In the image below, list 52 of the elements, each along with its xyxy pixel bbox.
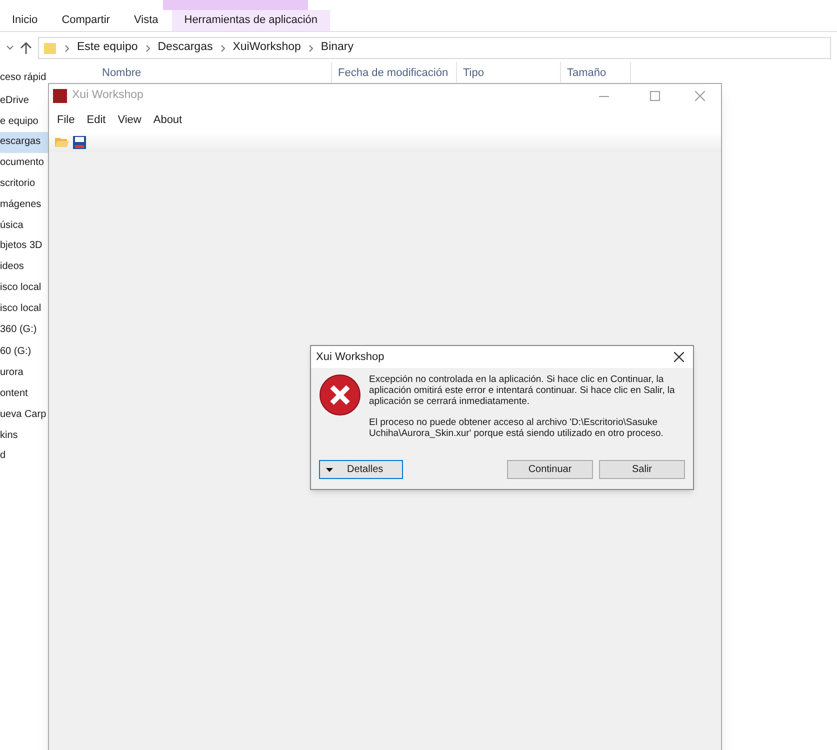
sidebar-item[interactable]: ontent	[0, 384, 48, 405]
sidebar-item[interactable]: escargas	[0, 132, 48, 154]
dialog-button[interactable]: Salir	[599, 460, 685, 479]
error-message: Excepción no controlada en la aplicación. Si hace clic en Continuar, la aplicación omitirá este error e intentará continuar. Si hace clic en Salir, la aplicación se cerrará inmediatamente.	[369, 374, 676, 407]
breadcrumb-item[interactable]: Este equipo	[77, 39, 138, 57]
chevron-icon	[308, 44, 313, 52]
address-bar[interactable]: Este equipo Descargas XuiWorkshop Binary	[38, 37, 831, 59]
dialog-button[interactable]: Continuar	[507, 460, 593, 479]
sidebar-item[interactable]: e equipo	[0, 112, 48, 132]
error-icon	[319, 374, 361, 416]
ribbon-tab[interactable]: Compartir	[54, 10, 117, 31]
caret-icon	[326, 468, 333, 472]
sidebar-item[interactable]: úsica	[0, 216, 48, 236]
sidebar-item[interactable]: isco local	[0, 278, 48, 299]
sidebar-item[interactable]: mágenes	[0, 194, 48, 216]
breadcrumb-item[interactable]: Descargas	[158, 39, 213, 57]
sidebar-item[interactable]: ideos	[0, 257, 48, 278]
sidebar-item[interactable]: d	[0, 446, 48, 468]
sidebar-item[interactable]: ocumento	[0, 153, 48, 174]
breadcrumb-item[interactable]: XuiWorkshop	[232, 39, 301, 57]
menu-item[interactable]: Edit	[80, 112, 112, 128]
details-button[interactable]: Detalles	[319, 460, 403, 479]
breadcrumb-item[interactable]: Binary	[320, 39, 354, 57]
chevron-down-icon[interactable]	[6, 45, 14, 51]
sidebar-item[interactable]: isco local	[0, 298, 48, 320]
chevron-icon	[65, 44, 69, 52]
sidebar-item[interactable]: ueva Carp	[0, 404, 48, 426]
error-detail: El proceso no puede obtener acceso al archivo 'D:\Escritorio\Sasuke Uchiha\Aurora_Skin.xur' porque está siendo utilizado en otro proceso.	[369, 417, 664, 439]
close-icon[interactable]	[674, 352, 684, 362]
sidebar-item[interactable]: scritorio	[0, 174, 48, 195]
sidebar-item[interactable]: 360 (G:)	[0, 320, 48, 340]
sidebar-item[interactable]: ceso rápid	[0, 68, 48, 89]
save-icon[interactable]	[73, 136, 86, 148]
folder-icon	[43, 41, 57, 55]
sidebar-item[interactable]: urora	[0, 363, 48, 384]
sidebar-item[interactable]: kins	[0, 426, 48, 446]
chevron-icon	[146, 44, 150, 52]
app-logo-icon	[53, 89, 67, 103]
sidebar-item[interactable]: 60 (G:)	[0, 342, 48, 364]
dialog-title: Xui Workshop	[316, 350, 384, 365]
ribbon-tab[interactable]: Inicio	[5, 10, 45, 31]
menu-item[interactable]: View	[112, 112, 148, 128]
chevron-icon	[220, 44, 225, 52]
window-title: Xui Workshop	[72, 88, 144, 104]
maximize-icon[interactable]	[650, 91, 660, 101]
ribbon-tab[interactable]: Vista	[126, 10, 166, 31]
up-arrow-icon[interactable]	[20, 42, 32, 54]
menu-item[interactable]: File	[51, 112, 81, 128]
ribbon-tab[interactable]: Herramientas de aplicación	[172, 10, 330, 31]
sidebar-item[interactable]: eDrive	[0, 90, 48, 112]
menu-item[interactable]: About	[147, 112, 188, 128]
sidebar-item[interactable]: bjetos 3D	[0, 236, 48, 258]
